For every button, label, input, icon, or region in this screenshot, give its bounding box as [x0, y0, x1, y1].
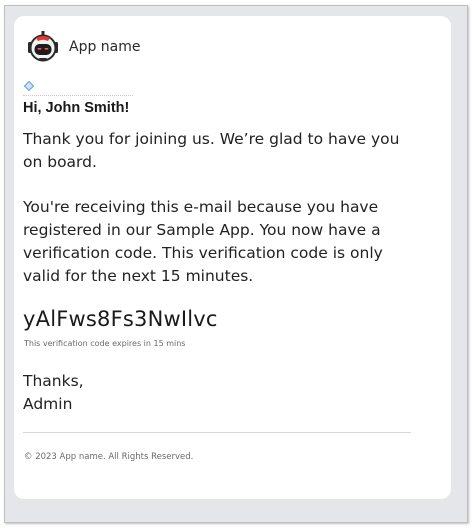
copyright-footer: © 2023 App name. All Rights Reserved. [24, 452, 194, 462]
footer-divider [23, 432, 411, 433]
signoff-block: Thanks, Admin [23, 370, 84, 416]
registration-paragraph: You're receiving this e-mail because you… [23, 198, 383, 285]
email-header: App name [25, 28, 141, 66]
greeting: Hi, John Smith! [23, 95, 133, 116]
signature: Admin [23, 395, 73, 413]
robot-logo-icon [28, 31, 58, 62]
welcome-paragraph: Thank you for joining us. We’re glad to … [23, 130, 400, 171]
anchor-marker-icon [24, 81, 34, 91]
expiry-note: This verification code expires in 15 min… [24, 339, 186, 348]
verification-code: yAlFws8Fs3NwIlvc [23, 307, 218, 331]
app-name: App name [69, 39, 141, 55]
signoff: Thanks, [23, 372, 84, 390]
